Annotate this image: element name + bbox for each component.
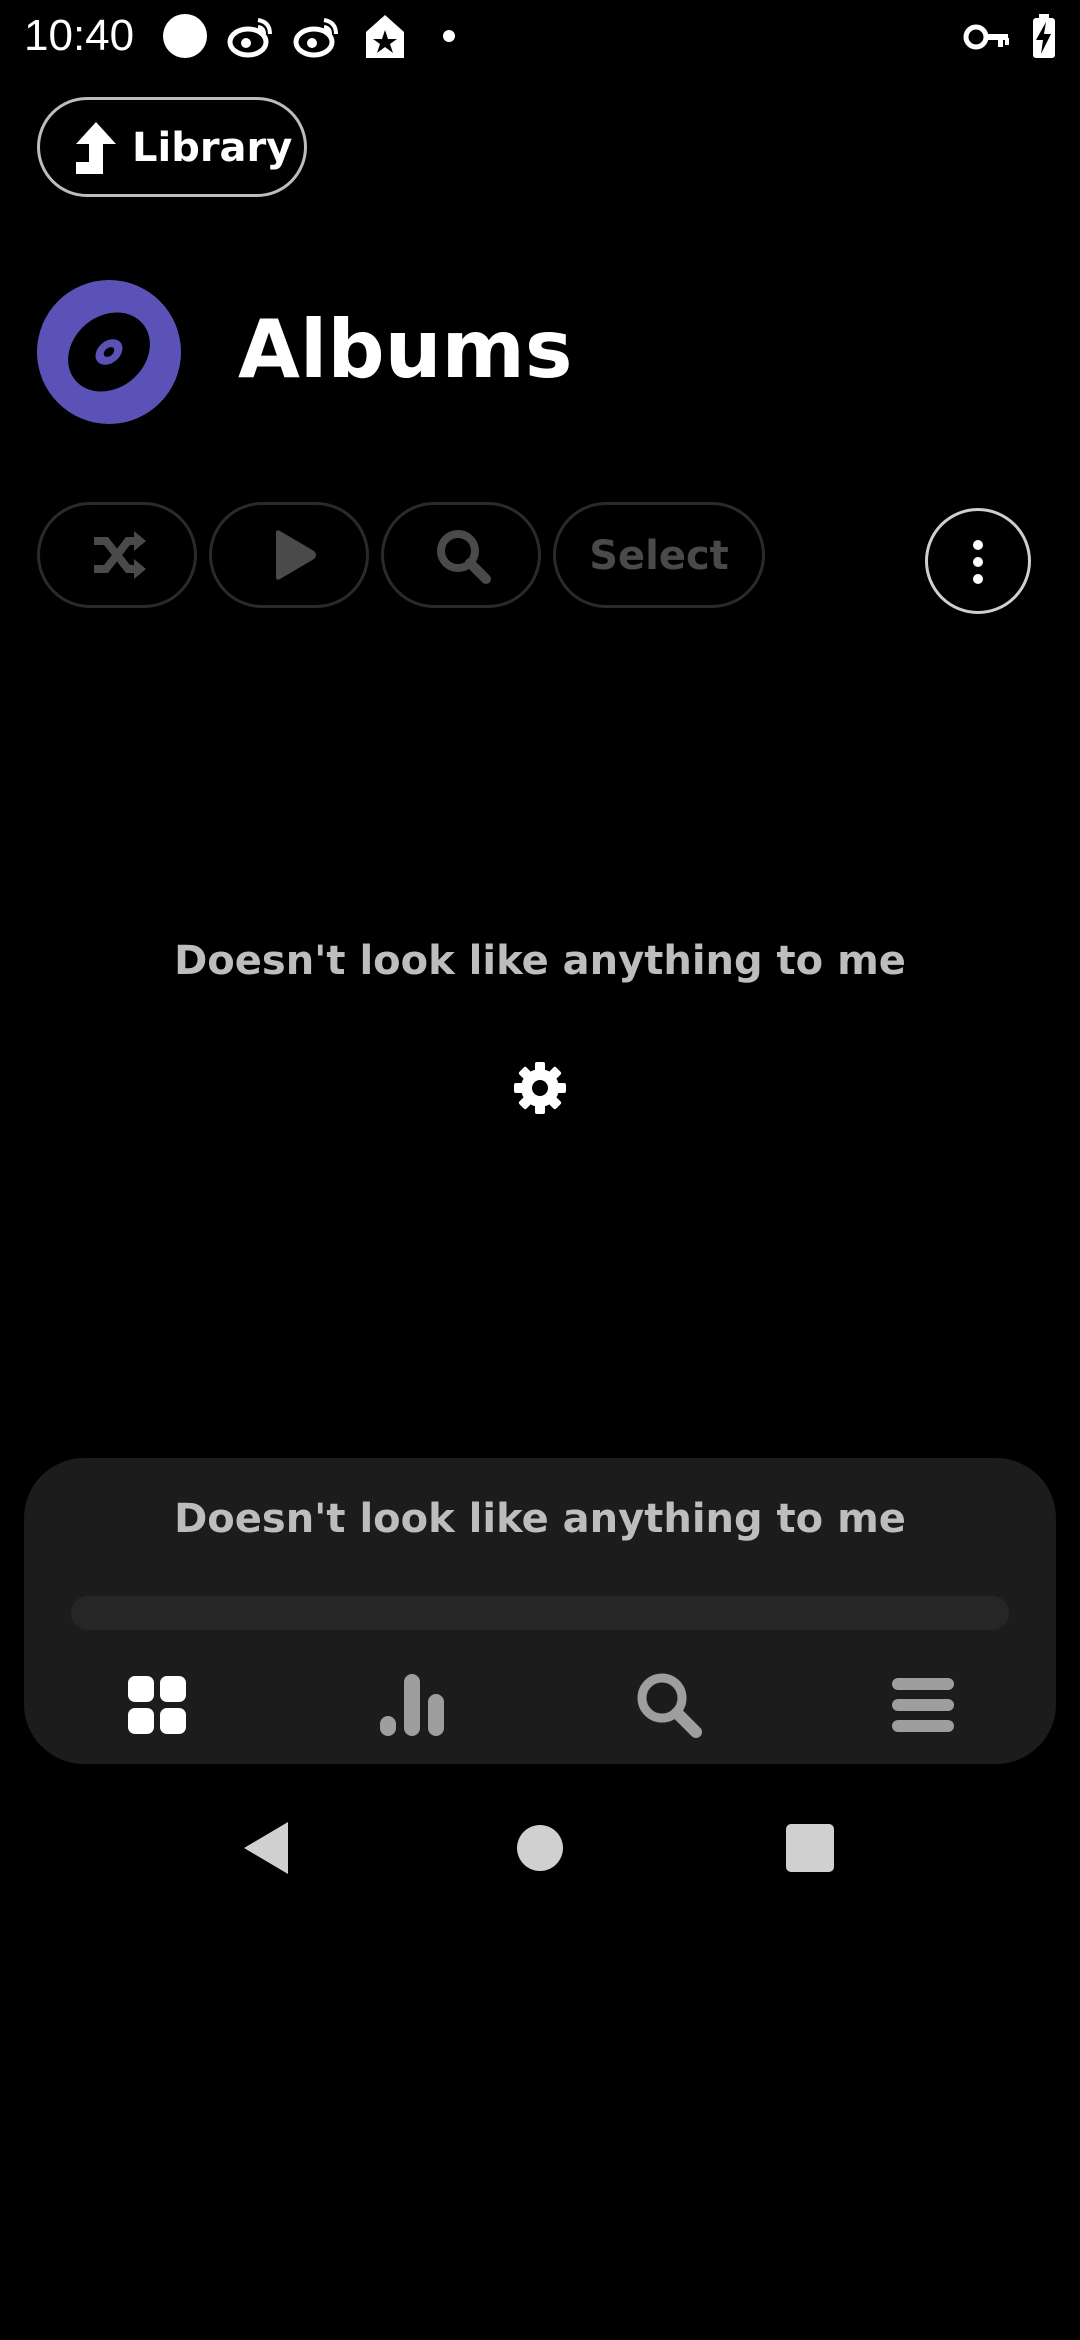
battery-charging-icon bbox=[1033, 14, 1055, 58]
recents-icon[interactable] bbox=[780, 1818, 840, 1878]
play-button[interactable] bbox=[209, 502, 369, 608]
library-label: Library bbox=[132, 125, 293, 171]
search-icon bbox=[437, 530, 491, 584]
more-vert-icon bbox=[973, 540, 983, 584]
grid-icon[interactable] bbox=[122, 1670, 192, 1740]
select-label: Select bbox=[589, 533, 729, 579]
page-title: Albums bbox=[238, 303, 573, 396]
circle-icon bbox=[163, 14, 207, 58]
play-icon bbox=[276, 530, 316, 580]
search-button[interactable] bbox=[381, 502, 541, 608]
now-playing-text: Doesn't look like anything to me bbox=[174, 1496, 906, 1542]
gear-icon[interactable] bbox=[512, 1060, 568, 1116]
shuffle-icon bbox=[94, 531, 146, 579]
weibo-icon bbox=[227, 18, 272, 58]
arrow-up-icon bbox=[76, 122, 116, 174]
bar-chart-icon[interactable] bbox=[378, 1670, 448, 1740]
playback-progress-bar[interactable] bbox=[71, 1596, 1009, 1630]
status-time: 10:40 bbox=[24, 11, 135, 60]
menu-icon[interactable] bbox=[888, 1670, 958, 1740]
empty-state-message: Doesn't look like anything to me bbox=[174, 938, 906, 984]
home-icon[interactable] bbox=[510, 1818, 570, 1878]
shuffle-button[interactable] bbox=[37, 502, 197, 608]
weibo-icon bbox=[293, 18, 338, 58]
back-icon[interactable] bbox=[238, 1818, 298, 1878]
more-options-button[interactable] bbox=[925, 508, 1031, 614]
tag-star-icon bbox=[366, 15, 404, 58]
album-disc-icon bbox=[37, 280, 181, 424]
vpn-key-icon bbox=[963, 24, 1009, 50]
dot-icon bbox=[443, 30, 455, 42]
search-icon[interactable] bbox=[634, 1670, 704, 1740]
